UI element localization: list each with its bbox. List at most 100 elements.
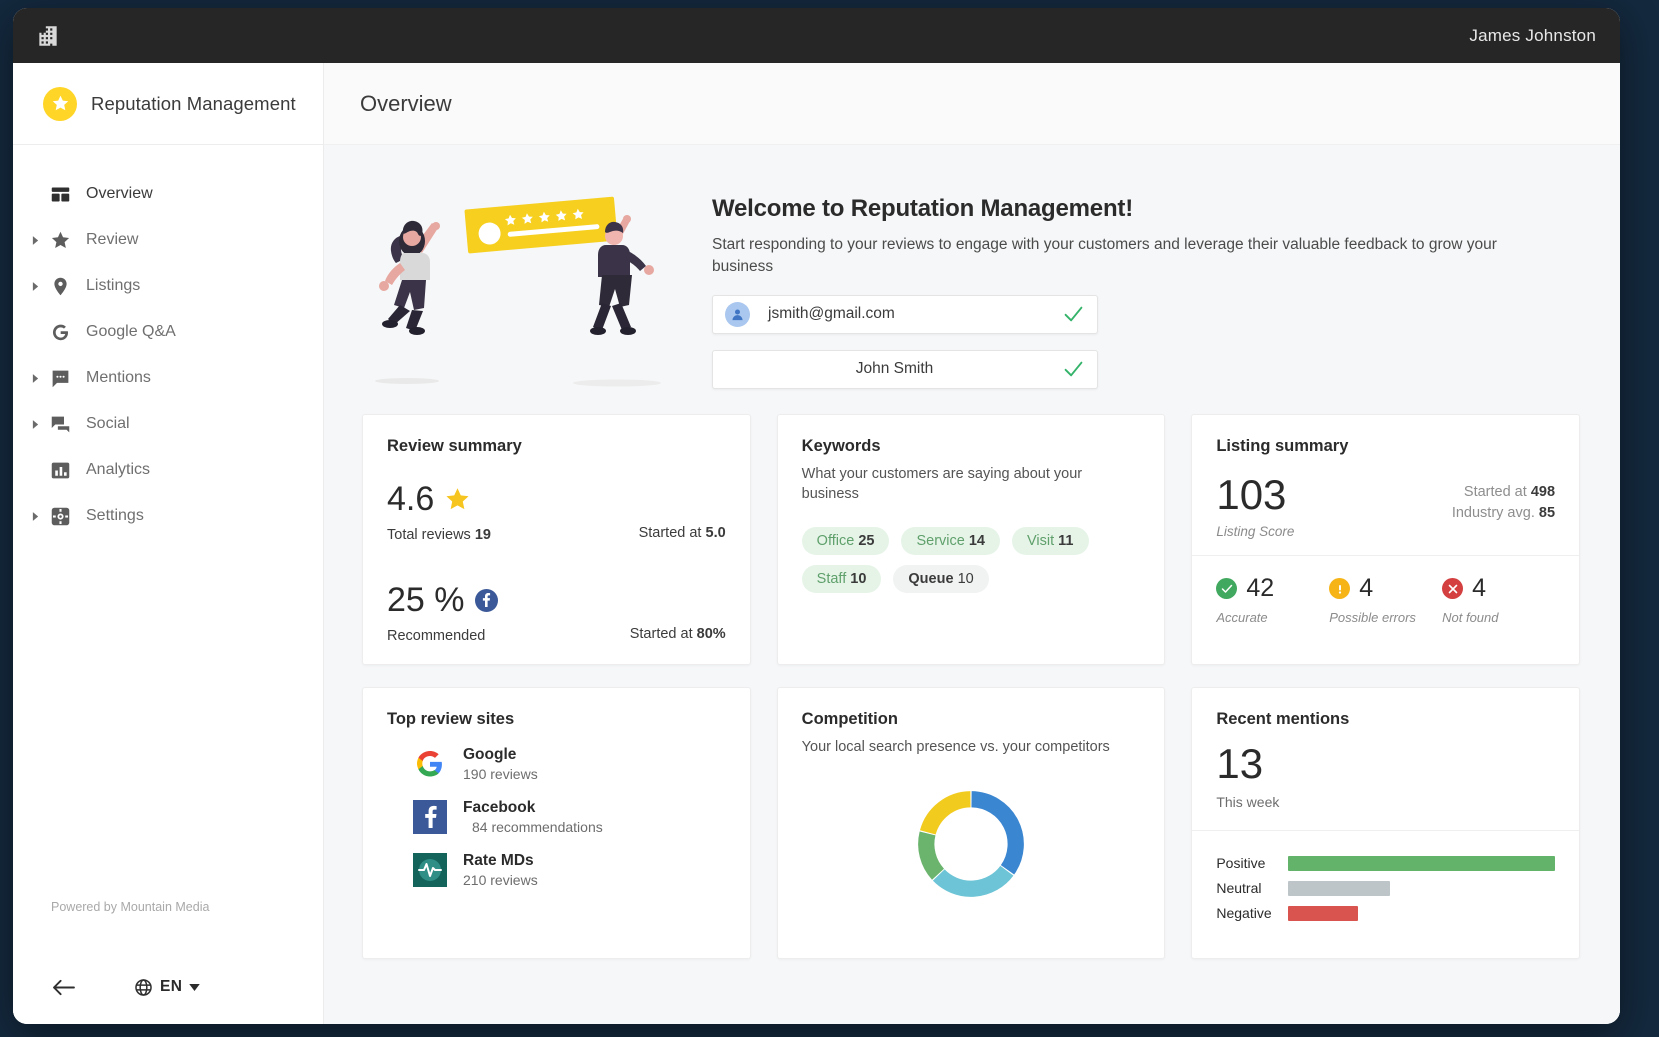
name-value: John Smith bbox=[725, 360, 1064, 378]
rating-block: 4.6 Total reviews 19 bbox=[387, 482, 726, 543]
sentiment-bars: Positive Neutral bbox=[1192, 830, 1579, 940]
keyword-count: 11 bbox=[1058, 533, 1073, 549]
sidebar-item-label: Mentions bbox=[77, 369, 151, 387]
review-site-meta: 190 reviews bbox=[463, 766, 538, 782]
keyword-chip[interactable]: Office 25 bbox=[802, 527, 890, 555]
chat-group-icon bbox=[43, 414, 77, 435]
main-content: Overview bbox=[324, 63, 1620, 1024]
brand-title: Reputation Management bbox=[91, 93, 296, 115]
sentiment-fill bbox=[1288, 881, 1389, 896]
sentiment-label: Neutral bbox=[1216, 880, 1288, 896]
sidebar-item-settings[interactable]: Settings bbox=[13, 493, 323, 539]
donut-segment bbox=[926, 834, 938, 875]
google-g-icon bbox=[43, 322, 77, 343]
chevron-right-icon[interactable] bbox=[27, 374, 43, 383]
donut-segment bbox=[939, 871, 1007, 889]
review-site-name: Facebook bbox=[463, 799, 535, 816]
language-selector[interactable]: EN bbox=[134, 978, 200, 997]
listing-started-at: Started at 498 bbox=[1452, 482, 1555, 503]
dashboard-icon bbox=[43, 184, 77, 205]
chevron-down-icon bbox=[189, 984, 200, 991]
listing-score-caption: Listing Score bbox=[1216, 524, 1294, 539]
recommend-label: Recommended bbox=[387, 628, 498, 644]
sentiment-label: Negative bbox=[1216, 905, 1288, 921]
email-field[interactable]: jsmith@gmail.com bbox=[712, 295, 1098, 334]
keyword-chip[interactable]: Queue 10 bbox=[893, 565, 988, 593]
review-site-row[interactable]: Google 190 reviews bbox=[387, 746, 726, 782]
keyword-chip[interactable]: Staff 10 bbox=[802, 565, 882, 593]
review-summary-card: Review summary 4.6 bbox=[362, 414, 751, 665]
sidebar-item-label: Settings bbox=[77, 507, 144, 525]
check-icon bbox=[1064, 361, 1083, 377]
powered-by-label: Powered by Mountain Media bbox=[13, 900, 323, 914]
keyword-count: 10 bbox=[850, 571, 866, 587]
app-shell: Reputation Management Overview bbox=[13, 63, 1620, 1024]
chevron-right-icon[interactable] bbox=[27, 512, 43, 521]
sentiment-track bbox=[1288, 906, 1555, 921]
google-logo-icon bbox=[413, 747, 447, 781]
listing-stat-label: Accurate bbox=[1216, 610, 1329, 625]
arrow-left-icon[interactable] bbox=[51, 978, 76, 997]
x-circle-icon bbox=[1442, 578, 1463, 599]
listing-stat-label: Possible errors bbox=[1329, 610, 1442, 625]
name-field[interactable]: John Smith bbox=[712, 350, 1098, 389]
listing-industry-label: Industry avg. bbox=[1452, 505, 1535, 521]
sentiment-fill bbox=[1288, 906, 1357, 921]
star-icon bbox=[43, 230, 77, 251]
language-code: EN bbox=[160, 978, 182, 996]
sentiment-track bbox=[1288, 856, 1555, 871]
keywords-subtitle: What your customers are saying about you… bbox=[802, 464, 1141, 505]
sidebar-item-overview[interactable]: Overview bbox=[13, 171, 323, 217]
sidebar-item-mentions[interactable]: Mentions bbox=[13, 355, 323, 401]
review-site-row[interactable]: Rate MDs 210 reviews bbox=[387, 852, 726, 888]
listing-industry-avg: Industry avg. 85 bbox=[1452, 503, 1555, 524]
chevron-right-icon[interactable] bbox=[27, 236, 43, 245]
sidebar-item-social[interactable]: Social bbox=[13, 401, 323, 447]
chevron-right-icon[interactable] bbox=[27, 420, 43, 429]
star-icon bbox=[444, 486, 471, 513]
review-site-row[interactable]: Facebook 84 recommendations bbox=[387, 799, 726, 835]
top-review-sites-card: Top review sites bbox=[362, 687, 751, 959]
sidebar-item-google-qa[interactable]: Google Q&A bbox=[13, 309, 323, 355]
welcome-body: Start responding to your reviews to enga… bbox=[712, 234, 1502, 279]
sidebar-item-review[interactable]: Review bbox=[13, 217, 323, 263]
competition-donut-chart bbox=[802, 757, 1141, 905]
welcome-heading: Welcome to Reputation Management! bbox=[712, 195, 1502, 223]
review-site-name: Google bbox=[463, 746, 516, 763]
keyword-name: Service bbox=[916, 533, 964, 549]
listing-stats: 42 Accurate 4 bbox=[1192, 556, 1579, 645]
sidebar-item-analytics[interactable]: Analytics bbox=[13, 447, 323, 493]
sentiment-fill bbox=[1288, 856, 1555, 871]
chevron-right-icon[interactable] bbox=[27, 282, 43, 291]
keyword-name: Staff bbox=[817, 571, 847, 587]
sentiment-label: Positive bbox=[1216, 855, 1288, 871]
review-site-meta: 210 reviews bbox=[463, 872, 538, 888]
recommend-percent: 25 % bbox=[387, 583, 465, 617]
welcome-illustration bbox=[362, 181, 692, 396]
welcome-text: Welcome to Reputation Management! Start … bbox=[712, 181, 1502, 389]
recent-mentions-title: Recent mentions bbox=[1216, 710, 1555, 729]
current-user-name[interactable]: James Johnston bbox=[1469, 26, 1596, 46]
sidebar-item-label: Google Q&A bbox=[77, 323, 176, 341]
sentiment-row-positive: Positive bbox=[1216, 855, 1555, 871]
keyword-name: Queue bbox=[908, 571, 953, 587]
app-window: James Johnston Reputation Management Ove… bbox=[13, 8, 1620, 1024]
listing-started-value: 498 bbox=[1531, 484, 1555, 500]
donut-svg bbox=[910, 783, 1032, 905]
sentiment-row-neutral: Neutral bbox=[1216, 880, 1555, 896]
keyword-chip[interactable]: Service 14 bbox=[901, 527, 1000, 555]
recommend-started-value: 80% bbox=[697, 626, 726, 642]
cards-row-one: Review summary 4.6 bbox=[362, 414, 1580, 665]
listing-summary-card: Listing summary 103 Listing Score Starte… bbox=[1191, 414, 1580, 665]
sidebar-item-label: Listings bbox=[77, 277, 140, 295]
listing-stat-value: 4 bbox=[1359, 576, 1373, 601]
content-area: Welcome to Reputation Management! Start … bbox=[324, 145, 1620, 1024]
building-icon[interactable] bbox=[35, 23, 61, 49]
keyword-chip[interactable]: Visit 11 bbox=[1012, 527, 1089, 555]
listing-score-value: 103 bbox=[1216, 474, 1294, 516]
sidebar-item-listings[interactable]: Listings bbox=[13, 263, 323, 309]
listing-started-label: Started at bbox=[1464, 484, 1527, 500]
brand-header[interactable]: Reputation Management bbox=[13, 63, 323, 145]
sidebar-item-label: Social bbox=[77, 415, 130, 433]
chat-bubble-icon bbox=[43, 368, 77, 389]
